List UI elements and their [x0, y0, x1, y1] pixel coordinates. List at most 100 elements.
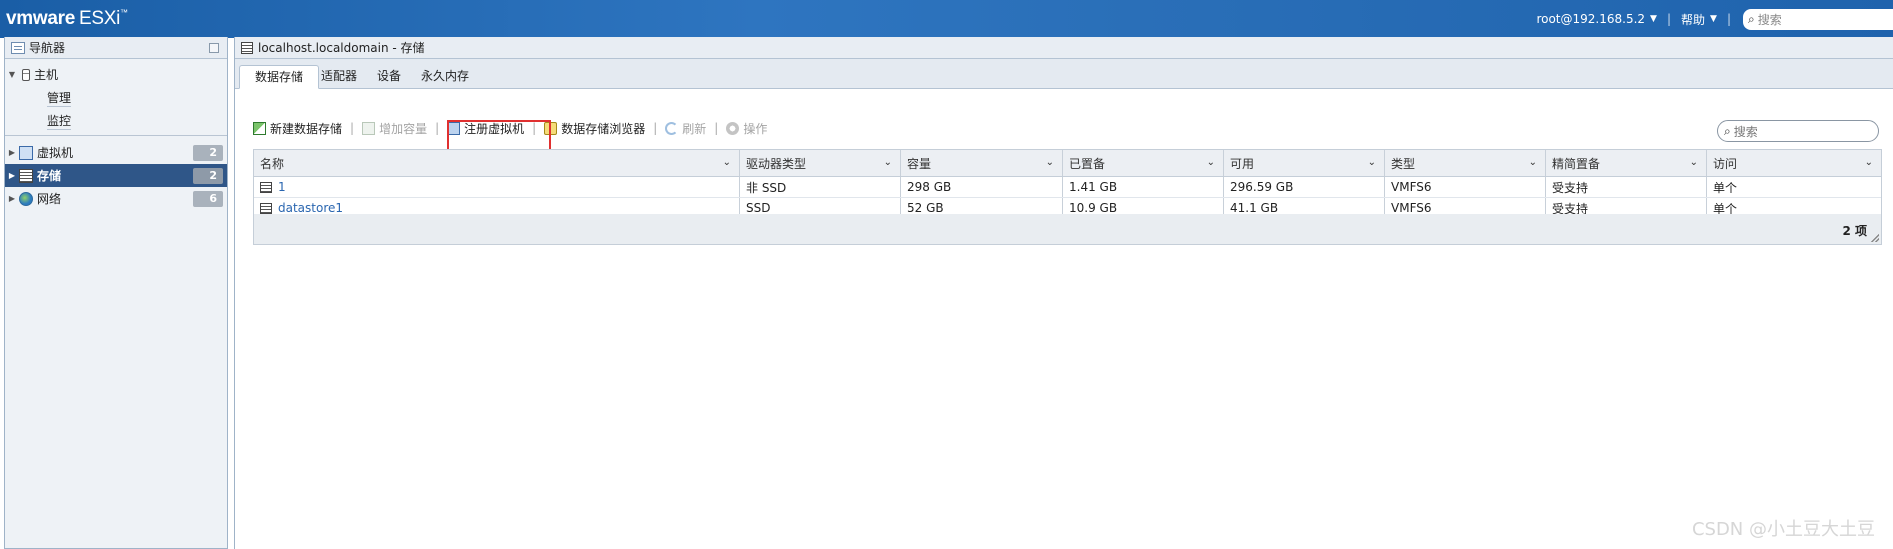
- divider: |: [532, 121, 537, 135]
- resize-handle-icon[interactable]: [1871, 234, 1879, 242]
- user-label: root@192.168.5.2: [1536, 12, 1646, 26]
- chevron-right-icon[interactable]: ▶: [5, 148, 19, 157]
- column-label: 精简置备: [1552, 156, 1601, 171]
- chevron-down-icon[interactable]: ⌄: [723, 157, 731, 168]
- column-header-name[interactable]: 名称 ⌄: [254, 150, 740, 176]
- actions-button[interactable]: 操作: [726, 120, 767, 137]
- column-label: 类型: [1391, 156, 1416, 171]
- help-label: 帮助: [1681, 12, 1706, 27]
- column-header-access[interactable]: 访问 ⌄: [1707, 150, 1881, 176]
- refresh-label: 刷新: [682, 121, 707, 136]
- chevron-down-icon[interactable]: ⌄: [1046, 157, 1054, 168]
- table-row[interactable]: 1 非 SSD 298 GB 1.41 GB 296.59 GB VMFS6 受…: [254, 177, 1881, 198]
- top-search-input[interactable]: ⌕ 搜索: [1743, 8, 1893, 30]
- register-vm-button[interactable]: 注册虚拟机: [447, 120, 524, 137]
- nav-item-manage[interactable]: 管理: [5, 86, 227, 109]
- storage-icon: [19, 168, 33, 183]
- cell-drive-type: 非 SSD: [740, 177, 901, 197]
- divider: |: [435, 121, 440, 135]
- datastore-link[interactable]: 1: [278, 180, 286, 194]
- divider: |: [1726, 12, 1731, 26]
- network-icon: [19, 191, 33, 206]
- navigator-title: 导航器: [29, 41, 66, 55]
- table-footer: 2 项: [254, 214, 1881, 244]
- nav-item-vms[interactable]: ▶ 虚拟机 2: [5, 141, 227, 164]
- nav-monitor-label: 监控: [47, 113, 72, 130]
- chevron-down-icon[interactable]: ⌄: [1529, 157, 1537, 168]
- nav-item-monitor[interactable]: 监控: [5, 109, 227, 132]
- help-menu[interactable]: 帮助 ▼: [1681, 11, 1717, 28]
- register-vm-label: 注册虚拟机: [464, 121, 525, 136]
- top-search-placeholder: 搜索: [1757, 12, 1782, 27]
- nav-item-host[interactable]: ▼ 主机: [5, 63, 227, 86]
- chevron-down-icon: ▼: [1650, 14, 1657, 24]
- column-header-provisioned[interactable]: 已置备 ⌄: [1063, 150, 1224, 176]
- datastore-browser-label: 数据存储浏览器: [561, 121, 646, 136]
- chevron-right-icon[interactable]: ▶: [5, 194, 19, 203]
- collapse-navigator-button[interactable]: [209, 43, 219, 53]
- brand-esxi: ESXi: [78, 8, 121, 29]
- cell-type: VMFS6: [1385, 177, 1546, 197]
- nav-item-storage[interactable]: ▶ 存储 2: [5, 164, 227, 187]
- nav-host-label: 主机: [34, 68, 59, 82]
- search-icon: ⌕: [1724, 123, 1731, 138]
- user-menu[interactable]: root@192.168.5.2 ▼: [1536, 12, 1657, 26]
- navigator-icon: [11, 41, 25, 54]
- chevron-down-icon[interactable]: ⌄: [1690, 157, 1698, 168]
- refresh-button[interactable]: 刷新: [665, 120, 706, 137]
- tabs-bar: 数据存储 适配器 设备 永久内存: [235, 59, 1893, 89]
- refresh-icon: [665, 121, 679, 135]
- new-datastore-button[interactable]: 新建数据存储: [253, 120, 342, 137]
- datastore-table: 名称 ⌄ 驱动器类型 ⌄ 容量 ⌄ 已置备 ⌄ 可用 ⌄ 类型 ⌄ 精简置备 ⌄ 访问 ⌄ 1 …: [253, 149, 1882, 245]
- new-datastore-icon: [253, 121, 266, 135]
- cell-access: 单个: [1713, 180, 1738, 195]
- column-header-free[interactable]: 可用 ⌄: [1224, 150, 1385, 176]
- navigator-panel: 导航器 ▼ 主机 管理 监控 ▶ 虚拟机 2 ▶ 存储 2 ▶ 网络 6: [4, 37, 228, 549]
- count-badge: 6: [193, 191, 223, 207]
- column-header-capacity[interactable]: 容量 ⌄: [901, 150, 1063, 176]
- chevron-down-icon[interactable]: ⌄: [884, 157, 892, 168]
- actions-label: 操作: [743, 121, 768, 136]
- column-label: 容量: [907, 156, 932, 171]
- increase-capacity-button[interactable]: 增加容量: [362, 120, 427, 137]
- nav-manage-label: 管理: [47, 90, 72, 107]
- datastore-browser-button[interactable]: 数据存储浏览器: [544, 120, 645, 137]
- brand-tm: ™: [120, 8, 128, 17]
- column-header-drive-type[interactable]: 驱动器类型 ⌄: [740, 150, 901, 176]
- datastore-browser-icon: [544, 121, 558, 135]
- navigator-header: 导航器: [5, 37, 227, 59]
- chevron-down-icon: ▼: [1710, 14, 1717, 24]
- cell-free: 296.59 GB: [1224, 177, 1385, 197]
- divider: |: [653, 121, 658, 135]
- chevron-down-icon[interactable]: ⌄: [1368, 157, 1376, 168]
- main-panel: localhost.localdomain - 存储 数据存储 适配器 设备 永…: [234, 37, 1893, 549]
- cell-capacity: 298 GB: [901, 177, 1063, 197]
- chevron-down-icon[interactable]: ⌄: [1207, 157, 1215, 168]
- column-header-thin-provisioning[interactable]: 精简置备 ⌄: [1546, 150, 1707, 176]
- nav-network-label: 网络: [37, 192, 62, 206]
- brand-vmware: vmware: [6, 8, 75, 29]
- tab-persistent-memory[interactable]: 永久内存: [406, 65, 484, 89]
- cell-thin-provisioning: 受支持: [1546, 177, 1707, 197]
- datastore-search-placeholder: 搜索: [1733, 124, 1758, 139]
- chevron-down-icon[interactable]: ▼: [5, 70, 19, 79]
- divider: |: [350, 121, 355, 135]
- host-icon: [22, 68, 30, 81]
- count-badge: 2: [193, 168, 223, 184]
- register-vm-icon: [447, 121, 461, 135]
- datastore-link[interactable]: datastore1: [278, 201, 343, 215]
- panel-title-bar: localhost.localdomain - 存储: [235, 37, 1893, 59]
- gear-icon: [726, 121, 740, 135]
- nav-item-network[interactable]: ▶ 网络 6: [5, 187, 227, 210]
- divider: |: [1666, 12, 1672, 26]
- column-label: 已置备: [1069, 156, 1106, 171]
- datastore-search-input[interactable]: ⌕ 搜索: [1717, 120, 1879, 142]
- vm-icon: [19, 145, 33, 160]
- datastore-icon: [260, 202, 272, 214]
- storage-icon: [241, 41, 253, 54]
- chevron-right-icon[interactable]: ▶: [5, 171, 19, 180]
- column-header-type[interactable]: 类型 ⌄: [1385, 150, 1546, 176]
- cell-provisioned: 1.41 GB: [1063, 177, 1224, 197]
- chevron-down-icon[interactable]: ⌄: [1865, 157, 1873, 168]
- nav-storage-label: 存储: [37, 169, 62, 183]
